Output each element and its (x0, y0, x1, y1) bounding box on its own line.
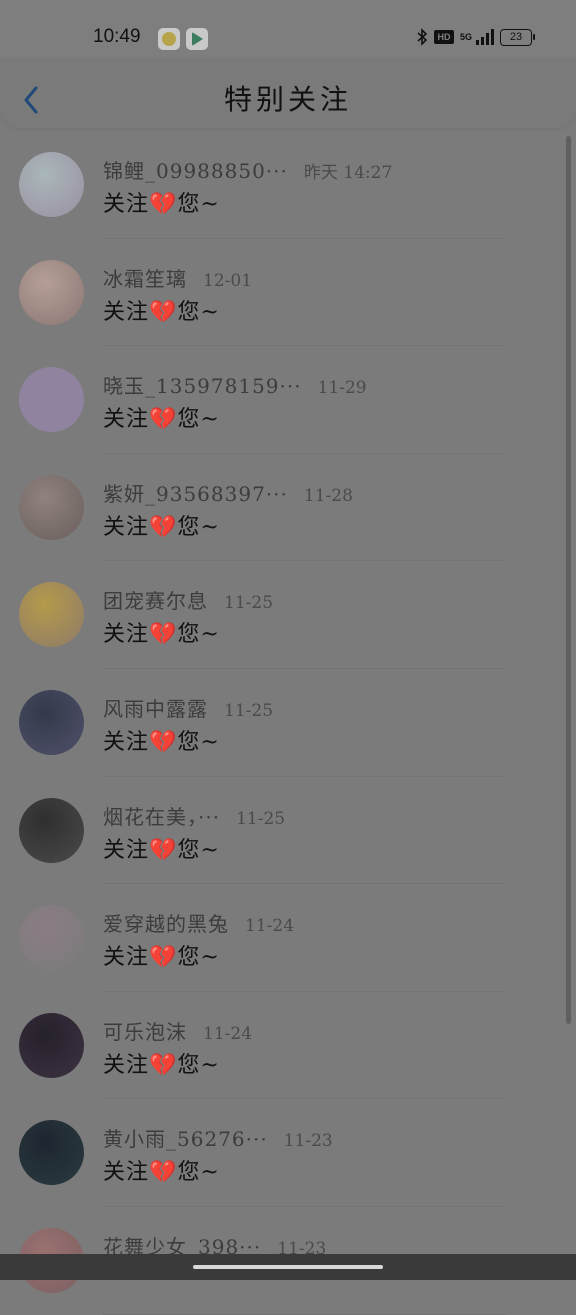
avatar[interactable] (19, 582, 84, 648)
page-title: 特别关注 (223, 83, 352, 116)
user-name: 团宠赛尔息 (103, 589, 208, 614)
follow-message: 关注💔您~ (103, 1052, 220, 1078)
list-item[interactable]: 烟花在美，··· 11-25 关注💔您~ (0, 777, 566, 885)
navigation-bar (0, 1254, 576, 1280)
signal-icon (476, 29, 494, 45)
avatar[interactable] (19, 1012, 84, 1078)
avatar[interactable] (19, 152, 84, 217)
follow-message: 关注💔您~ (103, 407, 220, 433)
follow-date: 11-28 (303, 485, 353, 506)
list-item[interactable]: 可乐泡沫 11-24 关注💔您~ (0, 992, 566, 1100)
home-indicator[interactable] (193, 1265, 383, 1269)
user-name: 冰霜笙璃 (103, 266, 187, 291)
follow-date: 11-23 (283, 1131, 333, 1152)
status-time: 10:49 (93, 26, 141, 47)
user-name: 晓玉_135978159··· (103, 374, 302, 399)
user-name: 风雨中露露 (103, 696, 208, 721)
follow-date: 11-25 (236, 808, 286, 829)
list-item[interactable]: 紫妍_93568397··· 11-28 关注💔您~ (0, 454, 566, 562)
follow-message: 关注💔您~ (103, 299, 220, 325)
list-item[interactable]: 锦鲤_09988850··· 昨天 14:27 关注💔您~ (0, 131, 566, 239)
follow-date: 11-25 (224, 700, 274, 721)
follow-list: 锦鲤_09988850··· 昨天 14:27 关注💔您~ 冰霜笙璃 12-01 关注💔您… (0, 131, 566, 1315)
follow-date: 11-25 (224, 593, 274, 614)
user-name: 爱穿越的黑兔 (103, 912, 229, 937)
avatar[interactable] (19, 474, 84, 540)
follow-date: 11-24 (245, 916, 295, 937)
follow-date: 12-01 (203, 270, 253, 291)
avatar[interactable] (19, 367, 84, 433)
follow-message: 关注💔您~ (103, 622, 220, 648)
follow-date: 昨天 14:27 (303, 163, 393, 183)
user-name: 锦鲤_09988850··· (103, 159, 288, 183)
list-item[interactable]: 晓玉_135978159··· 11-29 关注💔您~ (0, 346, 566, 454)
avatar[interactable] (19, 1120, 84, 1186)
list-item[interactable]: 冰霜笙璃 12-01 关注💔您~ (0, 239, 566, 347)
scrollbar[interactable] (566, 136, 571, 1024)
follow-message: 关注💔您~ (103, 729, 220, 755)
follow-message: 关注💔您~ (103, 837, 220, 863)
list-item[interactable]: 团宠赛尔息 11-25 关注💔您~ (0, 561, 566, 669)
avatar[interactable] (19, 797, 84, 863)
follow-message: 关注💔您~ (103, 1160, 220, 1186)
bluetooth-icon (417, 28, 428, 46)
divider (103, 1313, 506, 1315)
list-item[interactable]: 爱穿越的黑兔 11-24 关注💔您~ (0, 884, 566, 992)
avatar[interactable] (19, 689, 84, 755)
notification-app-icon (158, 28, 180, 50)
hd-badge: HD (433, 30, 454, 44)
battery-icon: 23 (500, 28, 535, 46)
user-name: 烟花在美，··· (103, 804, 221, 829)
follow-date: 11-24 (203, 1023, 253, 1044)
status-bar: 10:49 HD 5G 23 (0, 0, 576, 58)
video-app-icon (186, 28, 208, 50)
user-name: 紫妍_93568397··· (103, 481, 288, 506)
network-type: 5G (459, 32, 472, 42)
list-item[interactable]: 黄小雨_56276··· 11-23 关注💔您~ (0, 1099, 566, 1207)
list-item[interactable]: 风雨中露露 11-25 关注💔您~ (0, 669, 566, 777)
follow-date: 11-29 (317, 378, 367, 399)
follow-message: 关注💔您~ (103, 514, 220, 540)
app-header: 特别关注 (0, 58, 576, 128)
user-name: 黄小雨_56276··· (103, 1127, 268, 1152)
avatar[interactable] (19, 259, 84, 325)
user-name: 可乐泡沫 (103, 1019, 187, 1044)
follow-message: 关注💔您~ (103, 945, 220, 971)
follow-message: 关注💔您~ (103, 192, 220, 217)
avatar[interactable] (19, 905, 84, 971)
